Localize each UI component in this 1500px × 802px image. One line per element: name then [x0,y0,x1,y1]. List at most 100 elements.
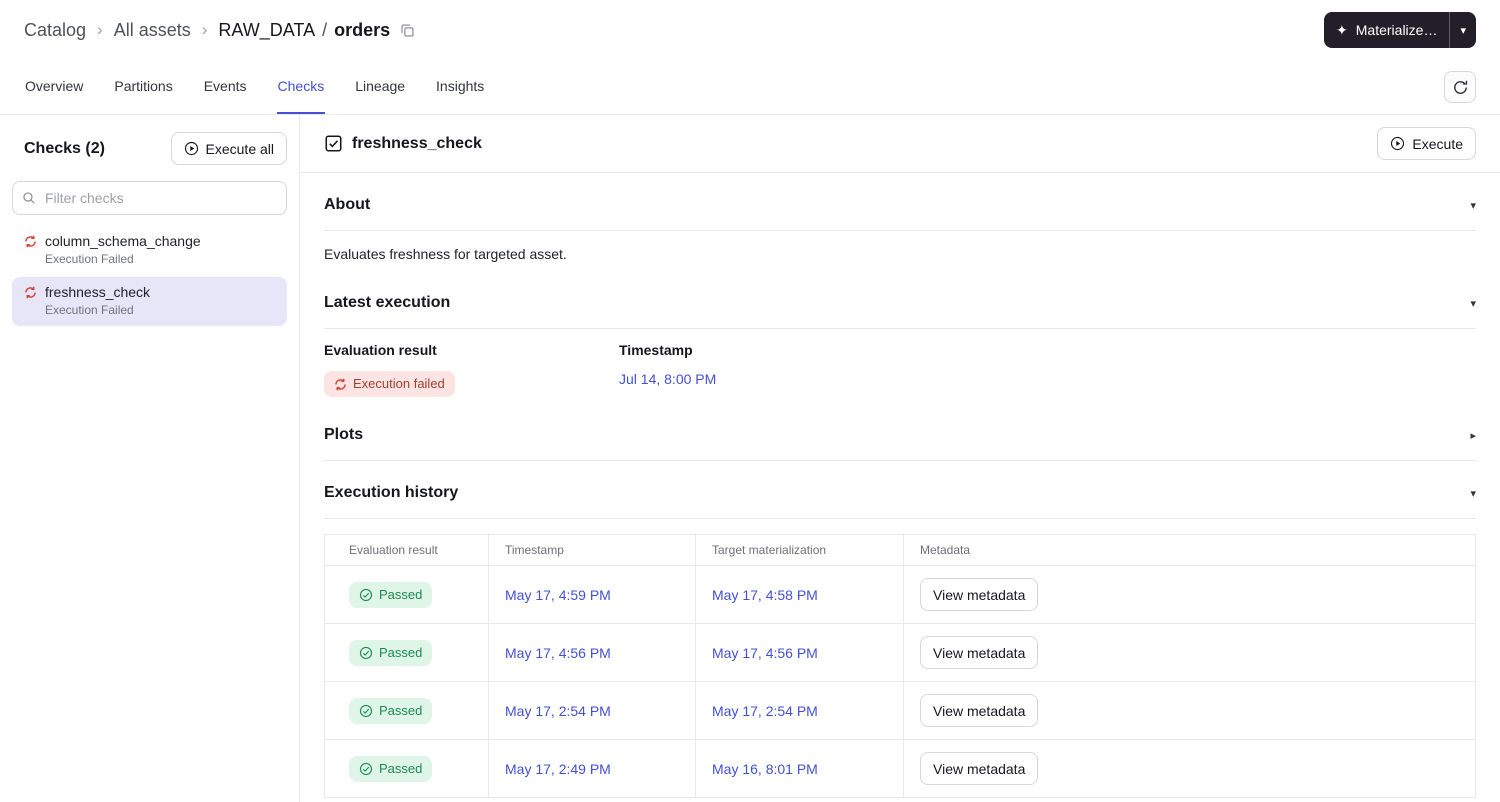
filter-checks-input[interactable] [12,181,287,215]
target-materialization-link[interactable]: May 16, 8:01 PM [712,761,818,777]
caret-down-icon: ▾ [1460,24,1466,37]
asset-check-icon [325,135,342,152]
refresh-button[interactable] [1444,71,1476,103]
check-status: Execution Failed [45,303,134,317]
view-metadata-button[interactable]: View metadata [920,636,1039,669]
breadcrumb: Catalog › All assets › RAW_DATA / orders [24,20,415,41]
execution-history-table: Evaluation result Timestamp Target mater… [324,534,1476,798]
tab-label: Overview [25,78,84,94]
latest-timestamp-link[interactable]: Jul 14, 8:00 PM [619,371,716,387]
breadcrumb-separator-icon: › [97,20,103,39]
target-materialization-link[interactable]: May 17, 4:58 PM [712,587,818,603]
breadcrumb-catalog[interactable]: Catalog [24,20,86,41]
latest-execution-section: Latest execution ▾ Evaluation result Exe… [324,271,1476,403]
tab-label: Partitions [114,78,173,94]
target-materialization-cell: May 17, 4:56 PM [695,623,904,682]
execution-failed-icon [335,378,346,390]
filter-checks [12,181,287,215]
execution-failed-badge-label: Execution failed [353,376,445,391]
timestamp-cell: May 17, 4:59 PM [488,565,696,624]
passed-badge: Passed [349,697,433,724]
column-header-target-materialization: Target materialization [695,534,904,566]
tab-label: Lineage [355,78,406,94]
materialize-dropdown-button[interactable]: ▾ [1450,12,1476,48]
execution-timestamp-link[interactable]: May 17, 4:59 PM [505,587,611,603]
play-icon [1391,136,1405,151]
check-title: freshness_check [352,134,482,152]
execution-timestamp-link[interactable]: May 17, 4:56 PM [505,645,611,661]
check-name: column_schema_change [45,233,201,249]
checks-sidebar: Checks (2) Execute all Filter checks col… [0,115,300,802]
tab[interactable]: Overview [24,60,84,114]
evaluation-result-label: Evaluation result [324,342,437,358]
evaluation-result-field: Evaluation result Execution failed [324,342,619,397]
tab-label: Insights [436,78,485,94]
tab-label: Checks [277,78,325,94]
result-cell: Passed [324,681,489,740]
chevron-down-icon[interactable]: ▾ [1470,487,1476,500]
view-metadata-button[interactable]: View metadata [920,752,1039,785]
passed-badge: Passed [349,581,433,608]
chevron-down-icon[interactable]: ▾ [1470,297,1476,310]
passed-badge-label: Passed [379,702,423,718]
check-failed-icon [25,235,36,247]
execution-timestamp-link[interactable]: May 17, 2:49 PM [505,761,611,777]
check-circle-icon [359,704,373,717]
target-materialization-link[interactable]: May 17, 2:54 PM [712,703,818,719]
check-list: column_schema_change Execution Failed fr… [12,226,287,326]
materialize-button-group: ✦ Materialize… ▾ [1324,12,1476,48]
plots-section-header[interactable]: Plots ▸ [324,403,1476,461]
tabs: Overview Partitions Events Checks Lineag… [24,60,485,114]
metadata-cell: View metadata [903,739,1476,798]
column-header-timestamp: Timestamp [488,534,696,566]
passed-badge: Passed [349,639,433,666]
about-section-header[interactable]: About ▾ [324,173,1476,231]
check-list-item[interactable]: column_schema_change Execution Failed [12,226,287,275]
check-circle-icon [359,588,373,601]
materialize-button[interactable]: ✦ Materialize… [1324,12,1449,48]
passed-badge: Passed [349,755,433,782]
tab-bar: Overview Partitions Events Checks Lineag… [0,60,1500,115]
target-materialization-cell: May 17, 2:54 PM [695,681,904,740]
tab[interactable]: Partitions [113,60,173,114]
timestamp-cell: May 17, 2:54 PM [488,681,696,740]
breadcrumb-asset-name: orders [334,19,391,40]
tab[interactable]: Events [203,60,248,114]
check-list-item[interactable]: freshness_check Execution Failed [12,277,287,326]
content: Checks (2) Execute all Filter checks col… [0,115,1500,802]
timestamp-cell: May 17, 4:56 PM [488,623,696,682]
check-name: freshness_check [45,284,151,300]
execute-button[interactable]: Execute [1377,127,1476,160]
latest-execution-heading: Latest execution [324,294,451,311]
breadcrumb-asset-group[interactable]: RAW_DATA [218,20,315,41]
passed-badge-label: Passed [379,644,423,660]
view-metadata-button[interactable]: View metadata [920,694,1039,727]
chevron-down-icon[interactable]: ▾ [1470,199,1476,212]
plots-section: Plots ▸ [324,403,1476,461]
checks-count-title: Checks (2) [24,139,105,157]
execute-all-label: Execute all [205,140,274,157]
tab-label: Events [203,78,247,94]
tab[interactable]: Lineage [354,60,406,114]
execution-history-section-header[interactable]: Execution history ▾ [324,461,1476,519]
breadcrumb-all-assets[interactable]: All assets [114,20,191,41]
timestamp-label: Timestamp [619,342,693,358]
check-detail: freshness_check Execute About ▾ Evaluate… [300,115,1500,802]
chevron-right-icon[interactable]: ▸ [1470,429,1476,442]
table-header-row: Evaluation result Timestamp Target mater… [324,534,1476,566]
execute-all-button[interactable]: Execute all [170,132,287,165]
column-header-metadata: Metadata [903,534,1476,566]
view-metadata-button[interactable]: View metadata [920,578,1039,611]
passed-badge-label: Passed [379,586,423,602]
sections: About ▾ Evaluates freshness for targeted… [300,173,1500,798]
execution-timestamp-link[interactable]: May 17, 2:54 PM [505,703,611,719]
breadcrumb-separator-icon: › [201,20,208,39]
history-row: Passed May 17, 4:59 PM May 17, 4:58 PM V… [324,565,1476,624]
target-materialization-cell: May 17, 4:58 PM [695,565,904,624]
copy-icon[interactable] [400,23,415,38]
tab[interactable]: Insights [435,60,485,114]
tab[interactable]: Checks [276,60,326,114]
target-materialization-link[interactable]: May 17, 4:56 PM [712,645,818,661]
metadata-cell: View metadata [903,681,1476,740]
latest-execution-section-header[interactable]: Latest execution ▾ [324,271,1476,329]
